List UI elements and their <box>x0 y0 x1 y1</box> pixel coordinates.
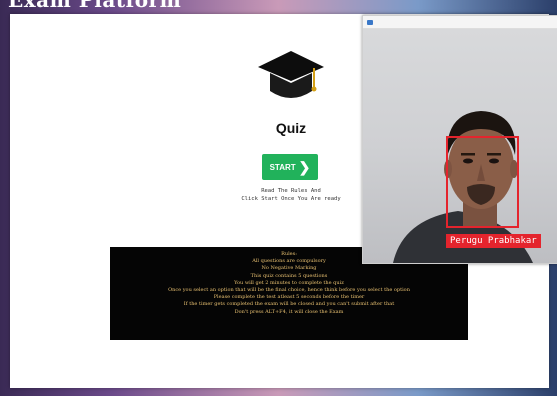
start-button[interactable]: START ❯ <box>262 154 318 180</box>
rule-item: Once you select an option that will be t… <box>168 287 410 294</box>
quiz-title: Quiz <box>275 120 307 136</box>
camera-app-icon <box>367 19 373 25</box>
rule-item: No Negative Marking <box>261 265 317 272</box>
graduation-cap-icon <box>258 51 324 98</box>
face-detection-box <box>446 136 519 228</box>
chevron-right-icon: ❯ <box>298 159 311 175</box>
camera-window[interactable]: Perugu Prabhakar <box>362 15 557 264</box>
rule-item: This quiz contains 5 questions <box>250 272 328 279</box>
start-button-label: START <box>269 162 296 172</box>
instruction-line: Read The Rules And <box>261 188 321 194</box>
rule-item: Please complete the test atleast 5 secon… <box>213 294 365 301</box>
camera-feed: Perugu Prabhakar <box>363 29 557 263</box>
rule-item: Don't press ALT+F4, it will close the Ex… <box>234 308 344 315</box>
rule-item: If the timer gets completed the exam wil… <box>183 301 395 308</box>
face-detection-label: Perugu Prabhakar <box>446 234 541 248</box>
instructions: Read The Rules And Click Start Once You … <box>226 187 356 203</box>
camera-titlebar[interactable] <box>363 16 557 29</box>
instruction-line: Click Start Once You Are ready <box>241 196 341 202</box>
rule-item: You will get 2 minutes to complete the q… <box>234 279 344 286</box>
page-heading: Exam Platform <box>8 0 182 12</box>
